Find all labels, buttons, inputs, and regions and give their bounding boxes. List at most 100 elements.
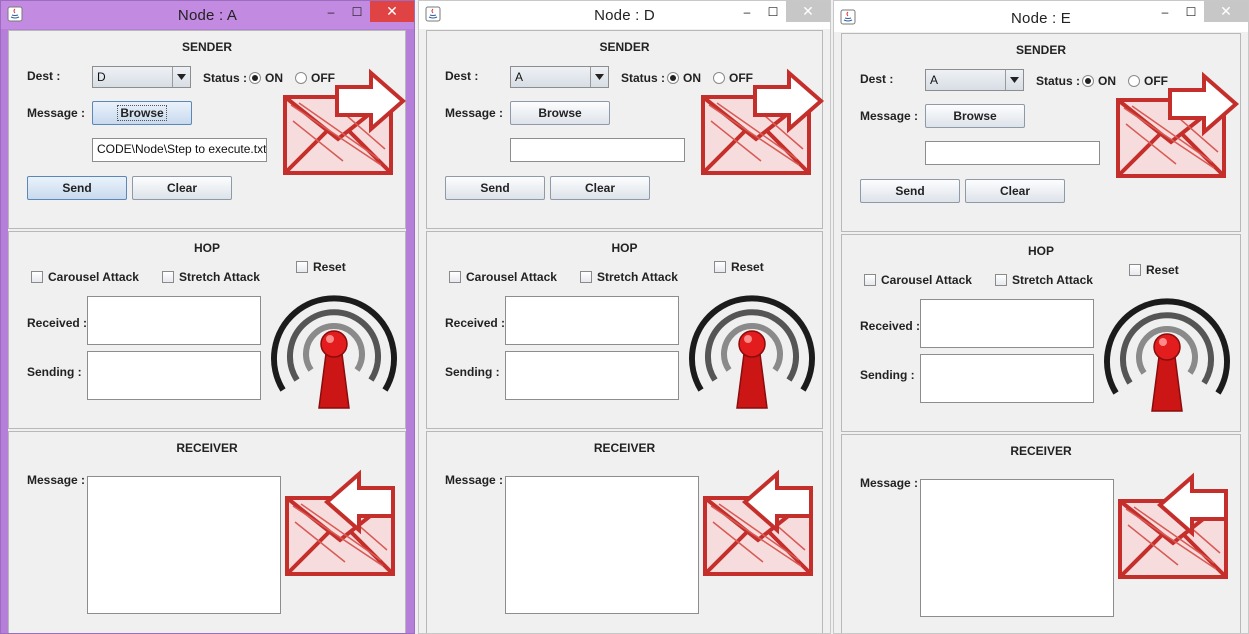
browse-button[interactable]: Browse bbox=[510, 101, 610, 125]
status-on-radio[interactable]: ON bbox=[1082, 74, 1116, 88]
clear-button[interactable]: Clear bbox=[965, 179, 1065, 203]
send-button[interactable]: Send bbox=[860, 179, 960, 203]
checkbox-icon bbox=[162, 271, 174, 283]
hop-panel: HOP Carousel Attack Stretch Attack Reset… bbox=[8, 231, 406, 429]
receiver-message-area[interactable] bbox=[920, 479, 1114, 617]
browse-button[interactable]: Browse bbox=[925, 104, 1025, 128]
checkbox-icon bbox=[995, 274, 1007, 286]
dest-combo[interactable]: D bbox=[92, 66, 191, 88]
title-bar[interactable]: Node : E – ☐ ✕ bbox=[834, 1, 1248, 32]
close-button[interactable]: ✕ bbox=[370, 1, 414, 22]
window-content: SENDER Dest : A Status : ON OFF Message … bbox=[841, 33, 1241, 633]
carousel-attack-label: Carousel Attack bbox=[466, 270, 557, 284]
receive-mail-icon bbox=[1118, 472, 1228, 579]
chevron-down-icon[interactable] bbox=[172, 67, 190, 87]
hop-title: HOP bbox=[1027, 244, 1054, 258]
received-area[interactable] bbox=[505, 296, 679, 345]
checkbox-icon bbox=[864, 274, 876, 286]
clear-button[interactable]: Clear bbox=[132, 176, 232, 200]
carousel-attack-checkbox[interactable]: Carousel Attack bbox=[864, 273, 972, 287]
reset-checkbox[interactable]: Reset bbox=[296, 260, 346, 274]
window-content: SENDER Dest : A Status : ON OFF Message … bbox=[426, 30, 825, 633]
chevron-down-icon[interactable] bbox=[590, 67, 608, 87]
stretch-attack-checkbox[interactable]: Stretch Attack bbox=[995, 273, 1093, 287]
java-icon bbox=[840, 9, 856, 25]
window-title: Node : A bbox=[177, 6, 238, 24]
file-path-field[interactable]: CODE\Node\Step to execute.txt bbox=[92, 138, 267, 162]
stretch-attack-checkbox[interactable]: Stretch Attack bbox=[580, 270, 678, 284]
sending-area[interactable] bbox=[920, 354, 1094, 403]
stretch-attack-checkbox[interactable]: Stretch Attack bbox=[162, 270, 260, 284]
message-label: Message : bbox=[27, 106, 86, 120]
checkbox-icon bbox=[580, 271, 592, 283]
send-button[interactable]: Send bbox=[27, 176, 127, 200]
checkbox-icon bbox=[296, 261, 308, 273]
browse-button[interactable]: Browse bbox=[92, 101, 192, 125]
title-bar[interactable]: Node : D – ☐ ✕ bbox=[419, 1, 830, 29]
carousel-attack-checkbox[interactable]: Carousel Attack bbox=[449, 270, 557, 284]
status-label: Status : bbox=[621, 71, 666, 85]
dest-label: Dest : bbox=[860, 72, 894, 86]
clear-button[interactable]: Clear bbox=[550, 176, 650, 200]
message-label: Message : bbox=[445, 106, 504, 120]
sender-panel: SENDER Dest : D Status : ON OFF Message … bbox=[8, 30, 407, 229]
received-label: Received : bbox=[860, 319, 921, 333]
hop-title: HOP bbox=[611, 241, 638, 255]
hop-panel: HOP Carousel Attack Stretch Attack Reset… bbox=[426, 231, 823, 429]
sending-label: Sending : bbox=[27, 365, 82, 379]
stretch-attack-label: Stretch Attack bbox=[1012, 273, 1093, 287]
checkbox-icon bbox=[31, 271, 43, 283]
node-e-window: Node : E – ☐ ✕ SENDER Dest : A Status : … bbox=[833, 0, 1249, 634]
receiver-panel: RECEIVER Message : bbox=[426, 431, 823, 633]
dest-value: D bbox=[97, 70, 106, 84]
maximize-button[interactable]: ☐ bbox=[760, 1, 786, 22]
minimize-button[interactable]: – bbox=[734, 1, 760, 22]
radio-selected-icon bbox=[1082, 75, 1094, 87]
receive-mail-icon bbox=[703, 469, 813, 576]
carousel-attack-checkbox[interactable]: Carousel Attack bbox=[31, 270, 139, 284]
sender-panel: SENDER Dest : A Status : ON OFF Message … bbox=[841, 33, 1241, 232]
dest-combo[interactable]: A bbox=[510, 66, 609, 88]
sending-label: Sending : bbox=[860, 368, 915, 382]
minimize-button[interactable]: – bbox=[1152, 1, 1178, 22]
received-area[interactable] bbox=[87, 296, 261, 345]
receiver-title: RECEIVER bbox=[593, 441, 656, 455]
file-path-field[interactable] bbox=[925, 141, 1100, 165]
receiver-panel: RECEIVER Message : bbox=[841, 434, 1241, 633]
receiver-message-label: Message : bbox=[860, 476, 919, 490]
dest-label: Dest : bbox=[445, 69, 479, 83]
maximize-button[interactable]: ☐ bbox=[344, 1, 370, 22]
reset-checkbox[interactable]: Reset bbox=[714, 260, 764, 274]
message-label: Message : bbox=[860, 109, 919, 123]
dest-label: Dest : bbox=[27, 69, 61, 83]
stretch-attack-label: Stretch Attack bbox=[179, 270, 260, 284]
minimize-button[interactable]: – bbox=[318, 1, 344, 22]
close-button[interactable]: ✕ bbox=[1204, 1, 1248, 22]
window-title: Node : D bbox=[594, 6, 655, 24]
status-on-radio[interactable]: ON bbox=[249, 71, 283, 85]
received-label: Received : bbox=[27, 316, 88, 330]
receiver-message-area[interactable] bbox=[87, 476, 281, 614]
receiver-message-area[interactable] bbox=[505, 476, 699, 614]
browse-label: Browse bbox=[117, 105, 167, 121]
sending-area[interactable] bbox=[87, 351, 261, 400]
reset-label: Reset bbox=[1146, 263, 1179, 277]
dest-combo[interactable]: A bbox=[925, 69, 1024, 91]
reset-checkbox[interactable]: Reset bbox=[1129, 263, 1179, 277]
chevron-down-icon[interactable] bbox=[1005, 70, 1023, 90]
status-on-radio[interactable]: ON bbox=[667, 71, 701, 85]
window-content: SENDER Dest : D Status : ON OFF Message … bbox=[8, 30, 407, 633]
send-mail-icon bbox=[283, 68, 407, 175]
file-path-field[interactable] bbox=[510, 138, 685, 162]
send-mail-icon bbox=[1116, 71, 1240, 178]
received-area[interactable] bbox=[920, 299, 1094, 348]
carousel-attack-label: Carousel Attack bbox=[881, 273, 972, 287]
sending-area[interactable] bbox=[505, 351, 679, 400]
send-button[interactable]: Send bbox=[445, 176, 545, 200]
title-bar[interactable]: Node : A – ☐ ✕ bbox=[1, 1, 414, 29]
checkbox-icon bbox=[1129, 264, 1141, 276]
maximize-button[interactable]: ☐ bbox=[1178, 1, 1204, 22]
close-button[interactable]: ✕ bbox=[786, 1, 830, 22]
hop-panel: HOP Carousel Attack Stretch Attack Reset… bbox=[841, 234, 1241, 432]
java-icon bbox=[7, 6, 23, 22]
